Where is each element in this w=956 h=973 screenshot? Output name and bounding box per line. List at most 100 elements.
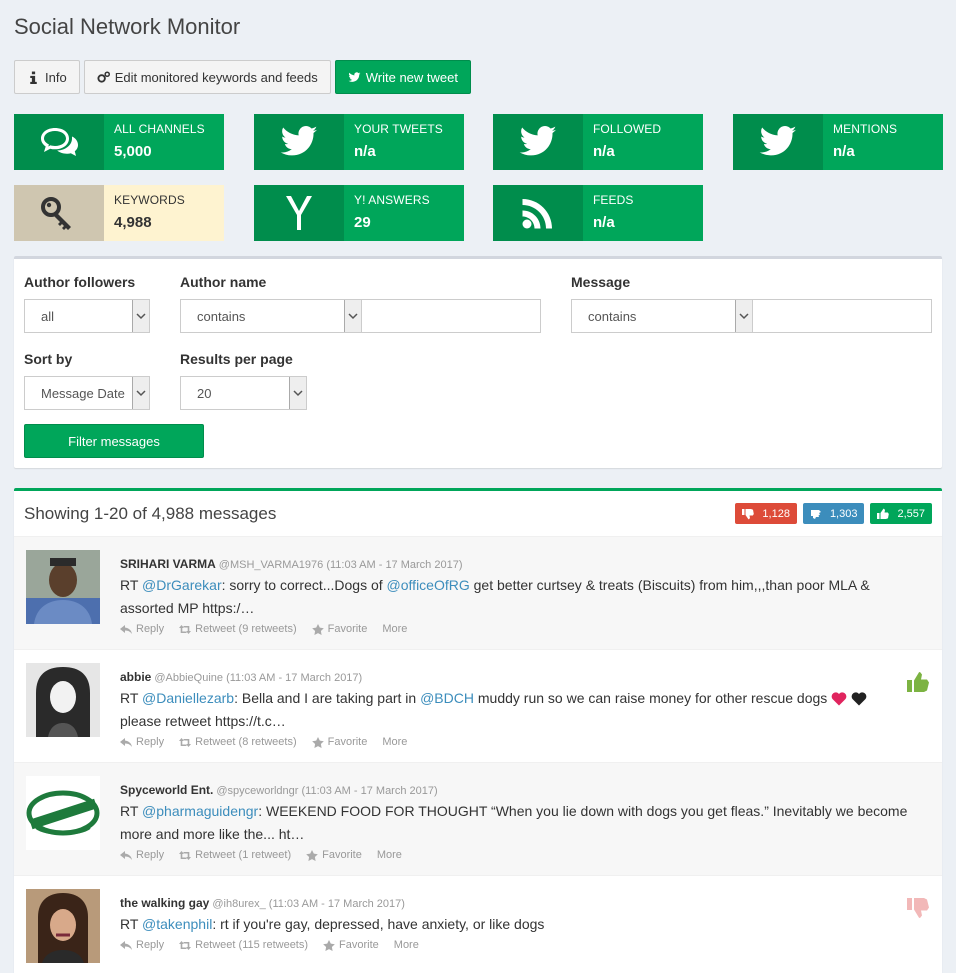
star-icon	[323, 939, 335, 951]
mention-link[interactable]: @officeOfRG	[387, 577, 470, 593]
favorite-button[interactable]: Favorite	[306, 849, 362, 861]
more-button[interactable]: More	[377, 849, 402, 861]
retweet-icon	[179, 737, 192, 747]
message-item: Spyceworld Ent. @spyceworldngr (11:03 AM …	[14, 762, 942, 875]
retweet-button[interactable]: Retweet (9 retweets)	[179, 623, 297, 635]
more-button[interactable]: More	[382, 623, 407, 635]
favorite-button[interactable]: Favorite	[323, 939, 379, 951]
write-tweet-label: Write new tweet	[365, 69, 458, 85]
tile-feeds[interactable]: FEEDS n/a	[493, 185, 703, 241]
message-mode-value: contains	[588, 308, 637, 324]
mention-link[interactable]: @DrGarekar	[142, 577, 222, 593]
favorite-button[interactable]: Favorite	[311, 736, 368, 748]
write-tweet-button[interactable]: Write new tweet	[334, 60, 471, 94]
author-name[interactable]: SRIHARI VARMA	[120, 557, 216, 571]
mention-link[interactable]: @Daniellezarb	[142, 690, 234, 706]
tile-value: n/a	[593, 143, 615, 160]
retweet-button[interactable]: Retweet (115 retweets)	[179, 939, 308, 951]
mention-link[interactable]: @BDCH	[420, 690, 474, 706]
comments-icon	[41, 128, 78, 156]
avatar[interactable]	[26, 550, 100, 624]
author-name-label: Author name	[180, 274, 267, 290]
reply-label: Reply	[136, 939, 165, 951]
message-input[interactable]	[752, 299, 932, 333]
tile-value: n/a	[833, 143, 855, 160]
tile-yahoo-answers[interactable]: Y! ANSWERS 29	[254, 185, 464, 241]
text-segment: RT	[120, 690, 143, 706]
avatar[interactable]	[26, 663, 100, 737]
reply-button[interactable]: Reply	[120, 939, 164, 951]
text-segment: muddy run so we can raise money for othe…	[473, 690, 832, 706]
reply-button[interactable]: Reply	[120, 623, 164, 635]
tile-label: YOUR TWEETS	[354, 122, 443, 136]
tile-label: Y! ANSWERS	[354, 193, 430, 207]
tile-all-channels[interactable]: ALL CHANNELS 5,000	[14, 114, 224, 170]
retweet-icon	[179, 850, 192, 860]
yahoo-icon	[286, 196, 312, 230]
mention-link[interactable]: @takenphil	[142, 916, 212, 932]
author-name[interactable]: the walking gay	[120, 896, 209, 910]
results-per-page-select[interactable]: 20	[180, 376, 307, 410]
more-label: More	[376, 849, 402, 861]
message-text: RT @pharmaguidengr: WEEKEND FOOD FOR THO…	[120, 800, 912, 846]
mention-link[interactable]: @pharmaguidengr	[142, 803, 258, 819]
author-name[interactable]: abbie	[120, 670, 151, 684]
tile-mentions[interactable]: MENTIONS n/a	[733, 114, 943, 170]
thumbs-down-icon[interactable]	[906, 896, 930, 920]
text-segment: RT	[120, 916, 143, 932]
chevron-down-icon	[739, 312, 749, 319]
filter-messages-button[interactable]: Filter messages	[24, 424, 204, 458]
negative-count-badge[interactable]: 1,128	[735, 503, 797, 524]
avatar[interactable]	[26, 776, 100, 850]
author-followers-value: all	[41, 308, 55, 324]
reply-button[interactable]: Reply	[120, 736, 164, 748]
twitter-icon	[280, 126, 318, 156]
favorite-button[interactable]: Favorite	[311, 623, 368, 635]
retweet-button[interactable]: Retweet (1 retweet)	[179, 849, 291, 861]
message-meta: abbie @AbbieQuine (11:03 AM - 17 March 20…	[120, 670, 912, 684]
results-per-page-value: 20	[197, 385, 212, 401]
tile-label: MENTIONS	[833, 122, 898, 136]
thumbs-up-icon	[877, 508, 890, 519]
sort-by-select[interactable]: Message Date	[24, 376, 150, 410]
star-icon	[311, 623, 324, 635]
thumbs-up-icon[interactable]	[906, 670, 930, 694]
author-handle: @MSH_VARMA1976	[218, 559, 324, 571]
author-name[interactable]: Spyceworld Ent.	[120, 783, 213, 797]
favorite-label: Favorite	[327, 623, 368, 635]
edit-keywords-button[interactable]: Edit monitored keywords and feeds	[83, 60, 331, 94]
more-button[interactable]: More	[394, 939, 419, 951]
message-time: (11:03 AM - 17 March 2017)	[226, 672, 363, 684]
author-followers-select[interactable]: all	[24, 299, 150, 333]
author-followers-label: Author followers	[24, 274, 136, 290]
message-text: RT @Daniellezarb: Bella and I are taking…	[120, 687, 912, 733]
positive-count: 2,557	[897, 507, 925, 520]
more-label: More	[382, 736, 408, 748]
tile-followed[interactable]: FOLLOWED n/a	[493, 114, 703, 170]
twitter-icon	[348, 71, 361, 82]
author-handle: @AbbieQuine	[154, 672, 223, 684]
tile-value: 29	[354, 214, 371, 231]
message-text: RT @takenphil: rt if you're gay, depress…	[120, 913, 912, 936]
favorite-label: Favorite	[322, 849, 362, 861]
avatar[interactable]	[26, 889, 100, 963]
author-name-mode-select[interactable]: contains	[180, 299, 362, 333]
message-mode-select[interactable]: contains	[571, 299, 753, 333]
neutral-count-badge[interactable]: 1,303	[802, 503, 865, 524]
chevron-down-icon	[136, 312, 146, 319]
tile-label: ALL CHANNELS	[114, 122, 205, 136]
author-name-input[interactable]	[361, 299, 541, 333]
more-button[interactable]: More	[382, 736, 407, 748]
message-meta: SRIHARI VARMA @MSH_VARMA1976 (11:03 AM - …	[120, 557, 912, 571]
edit-keywords-label: Edit monitored keywords and feeds	[114, 69, 318, 85]
info-button[interactable]: Info	[14, 60, 80, 94]
rss-icon	[522, 199, 552, 229]
tile-your-tweets[interactable]: YOUR TWEETS n/a	[254, 114, 464, 170]
reply-button[interactable]: Reply	[120, 849, 164, 861]
tile-keywords[interactable]: KEYWORDS 4,988	[14, 185, 224, 241]
favorite-label: Favorite	[327, 736, 368, 748]
tile-label: KEYWORDS	[114, 193, 185, 207]
filter-panel: Author followers all Author name contain…	[14, 256, 942, 468]
positive-count-badge[interactable]: 2,557	[870, 503, 932, 524]
retweet-button[interactable]: Retweet (8 retweets)	[179, 736, 297, 748]
